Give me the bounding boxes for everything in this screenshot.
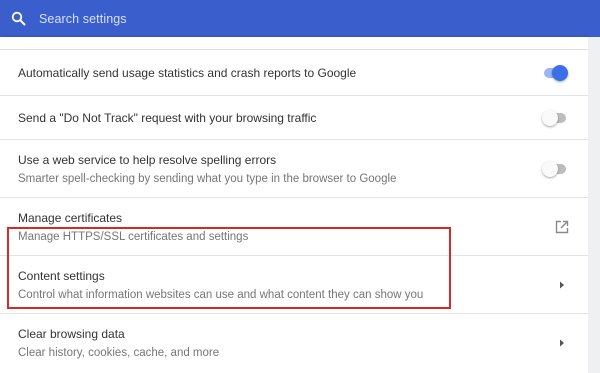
setting-row-content-settings[interactable]: Content settings Control what informatio… bbox=[0, 256, 588, 314]
toggle-knob bbox=[552, 64, 568, 81]
external-link-icon[interactable] bbox=[554, 219, 570, 235]
usage-statistics-toggle[interactable] bbox=[542, 64, 568, 81]
search-icon[interactable] bbox=[10, 10, 27, 27]
setting-row-manage-certificates[interactable]: Manage certificates Manage HTTPS/SSL cer… bbox=[0, 198, 588, 256]
page-background-gutter bbox=[588, 37, 600, 373]
setting-subtitle: Smarter spell-checking by sending what y… bbox=[18, 172, 397, 185]
toggle-knob bbox=[542, 109, 558, 126]
setting-subtitle: Clear history, cookies, cache, and more bbox=[18, 347, 220, 359]
setting-subtitle: Control what information websites can us… bbox=[18, 288, 424, 301]
chevron-right-icon[interactable] bbox=[554, 277, 570, 293]
do-not-track-toggle[interactable] bbox=[542, 109, 568, 126]
setting-title: Content settings bbox=[18, 268, 105, 283]
setting-title: Clear browsing data bbox=[18, 327, 125, 341]
setting-row-usage-statistics[interactable]: Automatically send usage statistics and … bbox=[0, 50, 588, 96]
chevron-right-icon[interactable] bbox=[554, 335, 570, 351]
setting-row-do-not-track[interactable]: Send a "Do Not Track" request with your … bbox=[0, 96, 588, 140]
setting-row-spelling-service[interactable]: Use a web service to help resolve spelli… bbox=[0, 140, 588, 198]
search-input[interactable]: Search settings bbox=[39, 12, 127, 26]
setting-title: Send a "Do Not Track" request with your … bbox=[18, 110, 317, 125]
settings-panel: Automatically send usage statistics and … bbox=[0, 37, 588, 373]
setting-title: Automatically send usage statistics and … bbox=[18, 65, 357, 80]
setting-title: Manage certificates bbox=[18, 210, 123, 225]
setting-title: Use a web service to help resolve spelli… bbox=[18, 152, 277, 167]
toggle-knob bbox=[542, 160, 558, 177]
scrolled-row-remnant bbox=[0, 37, 588, 50]
spelling-service-toggle[interactable] bbox=[542, 160, 568, 177]
setting-subtitle: Manage HTTPS/SSL certificates and settin… bbox=[18, 230, 249, 243]
settings-search-bar[interactable]: Search settings bbox=[0, 0, 600, 37]
setting-row-clear-browsing-data[interactable]: Clear browsing data Clear history, cooki… bbox=[0, 314, 588, 372]
